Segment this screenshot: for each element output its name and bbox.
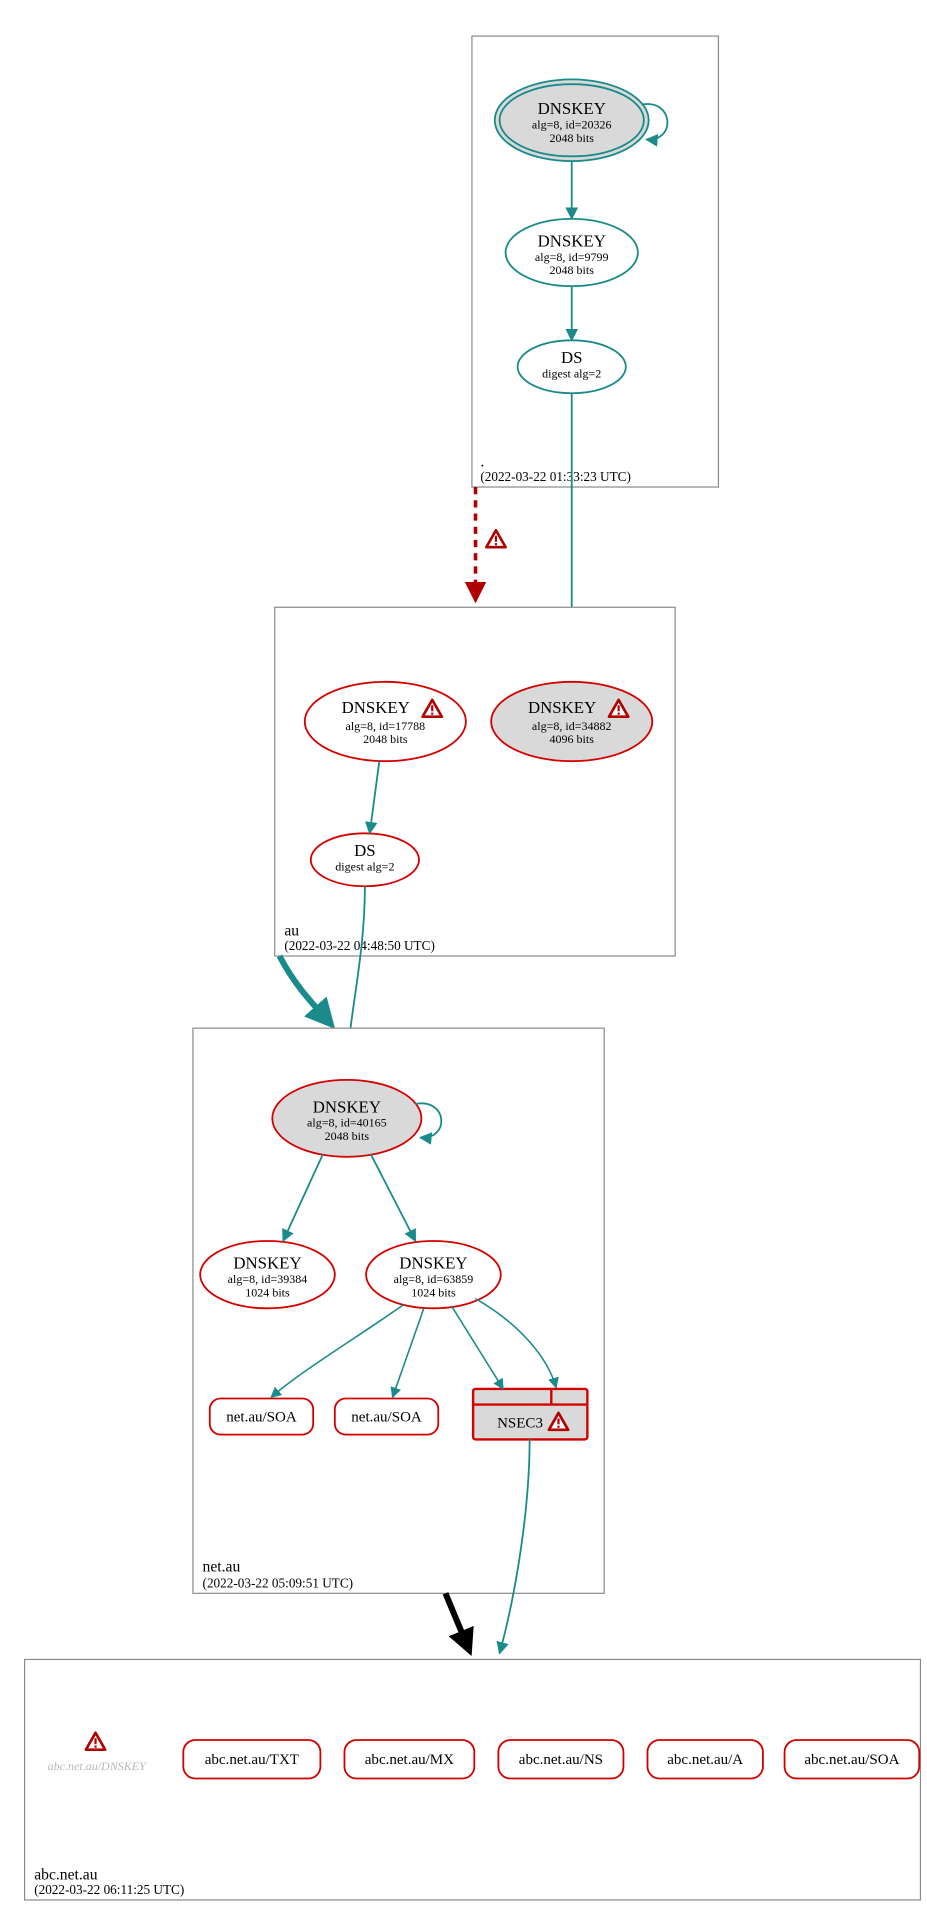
root-ds-l1: digest alg=2 [542,367,601,381]
node-root-ds: DS digest alg=2 [518,340,626,393]
root-ds-title: DS [561,348,583,367]
netau-soa2-label: net.au/SOA [351,1409,422,1425]
edge-netau-to-abc-black [445,1593,469,1651]
zone-au-ts: (2022-03-22 04:48:50 UTC) [284,938,435,953]
nsec3-label: NSEC3 [497,1415,543,1431]
netau-z2-l2: 1024 bits [411,1285,456,1299]
node-abc-mx: abc.net.au/MX [344,1740,474,1778]
au-k1-title: DNSKEY [342,698,410,717]
zone-netau-ts: (2022-03-22 05:09:51 UTC) [203,1575,354,1590]
edge-au-to-netau-thick [280,956,332,1025]
abc-soa-label: abc.net.au/SOA [804,1752,899,1768]
node-nsec3: NSEC3 [473,1389,587,1440]
node-au-k1: DNSKEY alg=8, id=17788 2048 bits [305,682,466,761]
netau-z1-title: DNSKEY [233,1254,301,1273]
node-au-k2: DNSKEY alg=8, id=34882 4096 bits [491,682,652,761]
node-abc-soa: abc.net.au/SOA [785,1740,920,1778]
node-netau-z2: DNSKEY alg=8, id=63859 1024 bits [366,1241,501,1308]
abc-txt-label: abc.net.au/TXT [205,1752,299,1768]
root-zsk-l2: 2048 bits [550,263,595,277]
netau-ksk-l2: 2048 bits [325,1129,370,1143]
zone-au: au (2022-03-22 04:48:50 UTC) [275,607,675,956]
au-k1-l1: alg=8, id=17788 [346,719,426,733]
warn-icon-root-au [486,530,505,547]
node-abc-a: abc.net.au/A [647,1740,762,1778]
root-ksk-l2: 2048 bits [550,131,595,145]
root-zsk-l1: alg=8, id=9799 [535,250,609,264]
au-k2-title: DNSKEY [528,698,596,717]
node-netau-ksk: DNSKEY alg=8, id=40165 2048 bits [272,1080,421,1157]
node-au-ds: DS digest alg=2 [311,833,419,886]
abc-dnskey-faded-label: abc.net.au/DNSKEY [48,1759,147,1773]
au-k1-l2: 2048 bits [363,732,408,746]
root-ksk-title: DNSKEY [538,99,606,118]
au-ds-l1: digest alg=2 [335,860,394,874]
node-root-ksk: DNSKEY alg=8, id=20326 2048 bits [495,79,649,161]
root-zsk-title: DNSKEY [538,232,606,251]
au-k2-l2: 4096 bits [550,732,595,746]
node-root-zsk: DNSKEY alg=8, id=9799 2048 bits [506,219,638,286]
au-ds-title: DS [354,841,376,860]
netau-ksk-l1: alg=8, id=40165 [307,1116,387,1130]
zone-abc: abc.net.au (2022-03-22 06:11:25 UTC) [25,1659,921,1900]
zone-netau-name: net.au [203,1559,241,1576]
netau-soa1-label: net.au/SOA [226,1409,297,1425]
node-netau-soa1: net.au/SOA [210,1399,313,1435]
netau-ksk-title: DNSKEY [313,1097,381,1116]
root-ksk-l1: alg=8, id=20326 [532,118,612,132]
netau-z2-title: DNSKEY [399,1254,467,1273]
netau-z1-l1: alg=8, id=39384 [228,1272,308,1286]
node-abc-ns: abc.net.au/NS [498,1740,623,1778]
abc-ns-label: abc.net.au/NS [519,1752,603,1768]
node-netau-z1: DNSKEY alg=8, id=39384 1024 bits [200,1241,335,1308]
netau-z2-l1: alg=8, id=63859 [394,1272,474,1286]
abc-a-label: abc.net.au/A [667,1752,743,1768]
zone-root-ts: (2022-03-22 01:33:23 UTC) [480,469,631,484]
zone-abc-ts: (2022-03-22 06:11:25 UTC) [34,1882,184,1897]
node-netau-soa2: net.au/SOA [335,1399,438,1435]
abc-mx-label: abc.net.au/MX [365,1752,454,1768]
node-abc-txt: abc.net.au/TXT [183,1740,320,1778]
netau-z1-l2: 1024 bits [245,1285,290,1299]
au-k2-l1: alg=8, id=34882 [532,719,612,733]
